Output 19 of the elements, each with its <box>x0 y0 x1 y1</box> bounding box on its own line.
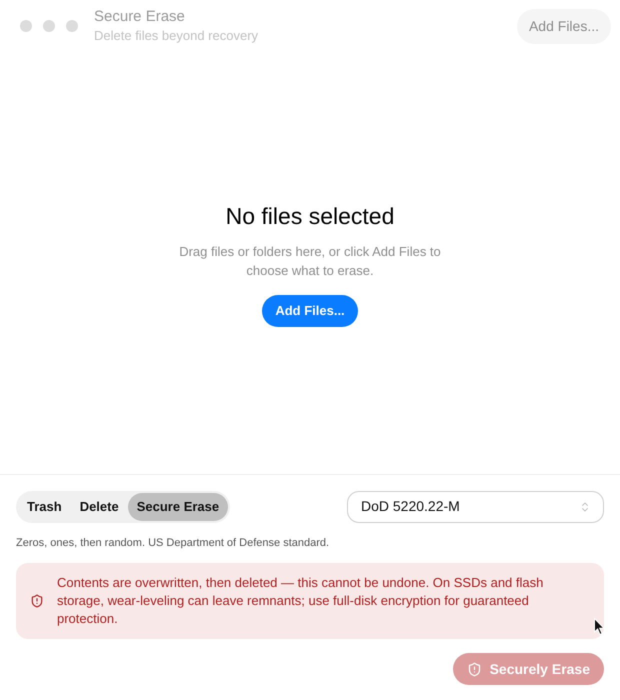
mode-tab[interactable]: Secure Erase <box>128 492 228 520</box>
add-files-button[interactable]: Add Files... <box>262 295 358 327</box>
warning-text: Contents are overwritten, then deleted — this cannot be undone. On SSDs and flash storage, wear-leveling can leave remnants; use full-disk encryption for guaranteed protection. <box>57 574 544 628</box>
window-control-icon[interactable] <box>43 20 55 32</box>
method-select-value: DoD 5220.22-M <box>361 497 460 516</box>
empty-state-title: No files selected <box>226 202 394 230</box>
empty-state-message: Drag files or folders here, or click Add Files to choose what to erase. <box>178 243 442 280</box>
mode-tab[interactable]: Delete <box>70 492 128 520</box>
shield-alert-icon <box>30 594 44 608</box>
window-title: Secure Erase <box>94 8 186 27</box>
mouse-pointer-icon <box>594 618 605 635</box>
chevron-up-down-icon <box>579 500 591 514</box>
method-select[interactable]: DoD 5220.22-M <box>347 490 604 522</box>
mode-tab[interactable]: Trash <box>18 492 71 520</box>
window-control-icon[interactable] <box>66 20 78 32</box>
method-description: Zeros, ones, then random. US Department of Defense standard. <box>16 536 330 550</box>
window-control-icon[interactable] <box>20 20 32 32</box>
window-subtitle: Delete files beyond recovery <box>94 28 258 44</box>
shield-alert-icon <box>466 662 482 676</box>
